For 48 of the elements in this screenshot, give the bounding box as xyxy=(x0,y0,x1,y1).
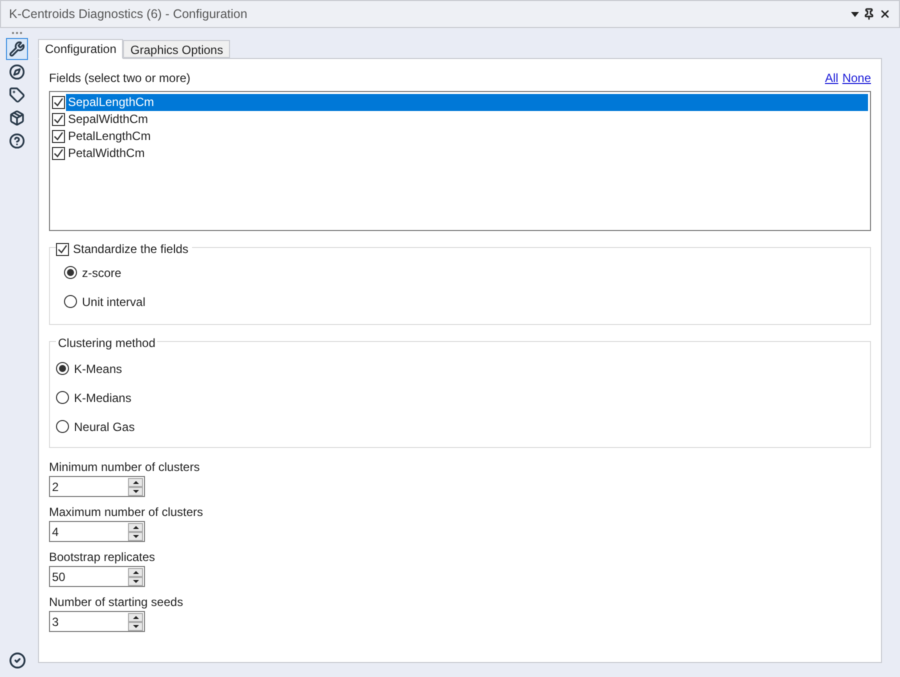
pin-icon[interactable] xyxy=(863,8,875,20)
dropdown-icon[interactable] xyxy=(851,12,859,16)
checkbox-label: Standardize the fields xyxy=(73,241,188,258)
spinner-label: Maximum number of clusters xyxy=(49,504,204,521)
tag-icon xyxy=(9,87,25,103)
radio-label: K-Medians xyxy=(74,390,132,406)
link[interactable]: All xyxy=(824,69,838,87)
tab[interactable]: Graphics Options xyxy=(123,40,230,58)
checkbox[interactable] xyxy=(52,130,65,143)
radio-button[interactable] xyxy=(56,391,69,404)
checkbox[interactable] xyxy=(52,113,65,126)
radio-button[interactable] xyxy=(56,420,69,433)
spinner-label: Minimum number of clusters xyxy=(49,459,201,476)
tab[interactable]: Configuration xyxy=(38,39,124,59)
compass-icon xyxy=(9,64,25,80)
spin-up-icon[interactable] xyxy=(128,522,143,532)
spin-up-icon[interactable] xyxy=(128,568,143,576)
radio-label: K-Means xyxy=(74,360,122,378)
radio-button[interactable] xyxy=(64,266,77,279)
spin-up-icon[interactable] xyxy=(128,478,143,486)
field-item[interactable]: SepalLengthCm xyxy=(66,94,868,111)
radio-label: Neural Gas xyxy=(74,418,135,436)
number-field[interactable]: 2 xyxy=(49,476,145,497)
wrench-icon xyxy=(9,41,25,57)
spin-up-icon[interactable] xyxy=(128,612,143,622)
spinner-label: Number of starting seeds xyxy=(49,594,184,611)
sidebar-tool[interactable] xyxy=(6,38,28,60)
radio-label: Unit interval xyxy=(82,294,146,310)
help-icon xyxy=(9,133,25,149)
close-icon[interactable] xyxy=(879,8,891,20)
box-icon xyxy=(9,110,25,126)
check-icon[interactable] xyxy=(8,652,26,669)
field-item[interactable]: SepalWidthCm xyxy=(66,111,868,128)
number-field[interactable]: 50 xyxy=(49,566,145,587)
link[interactable]: None xyxy=(842,69,871,87)
spinner-label: Bootstrap replicates xyxy=(49,549,156,566)
radio-button[interactable] xyxy=(56,362,69,375)
field-item[interactable]: PetalLengthCm xyxy=(66,128,868,145)
checkbox[interactable] xyxy=(56,242,69,256)
fields-label: Fields (select two or more) xyxy=(49,70,190,87)
number-field[interactable]: 4 xyxy=(49,521,145,542)
checkbox[interactable] xyxy=(52,96,65,109)
window-title: K-Centroids Diagnostics (6) - Configuration xyxy=(9,6,248,23)
radio-button[interactable] xyxy=(64,295,77,308)
number-field[interactable]: 3 xyxy=(49,611,145,632)
checkbox[interactable] xyxy=(52,147,65,160)
field-item[interactable]: PetalWidthCm xyxy=(66,145,868,162)
radio-label: z-score xyxy=(82,264,122,282)
